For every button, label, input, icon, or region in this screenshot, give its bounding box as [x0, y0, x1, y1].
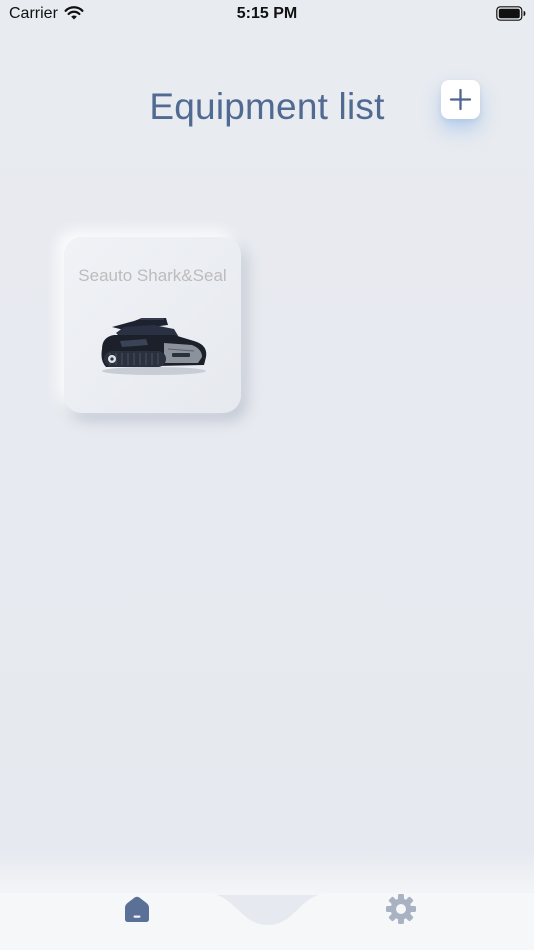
pool-robot-image [101, 318, 207, 375]
tab-bar-background [0, 850, 534, 950]
plus-icon [449, 88, 472, 111]
tab-home-icon[interactable] [120, 892, 154, 926]
status-bar: Carrier 5:15 PM [0, 0, 534, 30]
equipment-card[interactable]: Seauto Shark&Seal [64, 237, 241, 413]
tab-bar [0, 850, 534, 950]
equipment-name: Seauto Shark&Seal [78, 266, 227, 285]
add-equipment-button[interactable] [441, 80, 480, 119]
battery-icon [496, 6, 526, 21]
clock: 5:15 PM [236, 5, 298, 22]
gear-icon[interactable] [384, 892, 418, 926]
equipment-list-screen: Carrier 5:15 PM Equipment list Seauto Sh… [0, 0, 534, 950]
